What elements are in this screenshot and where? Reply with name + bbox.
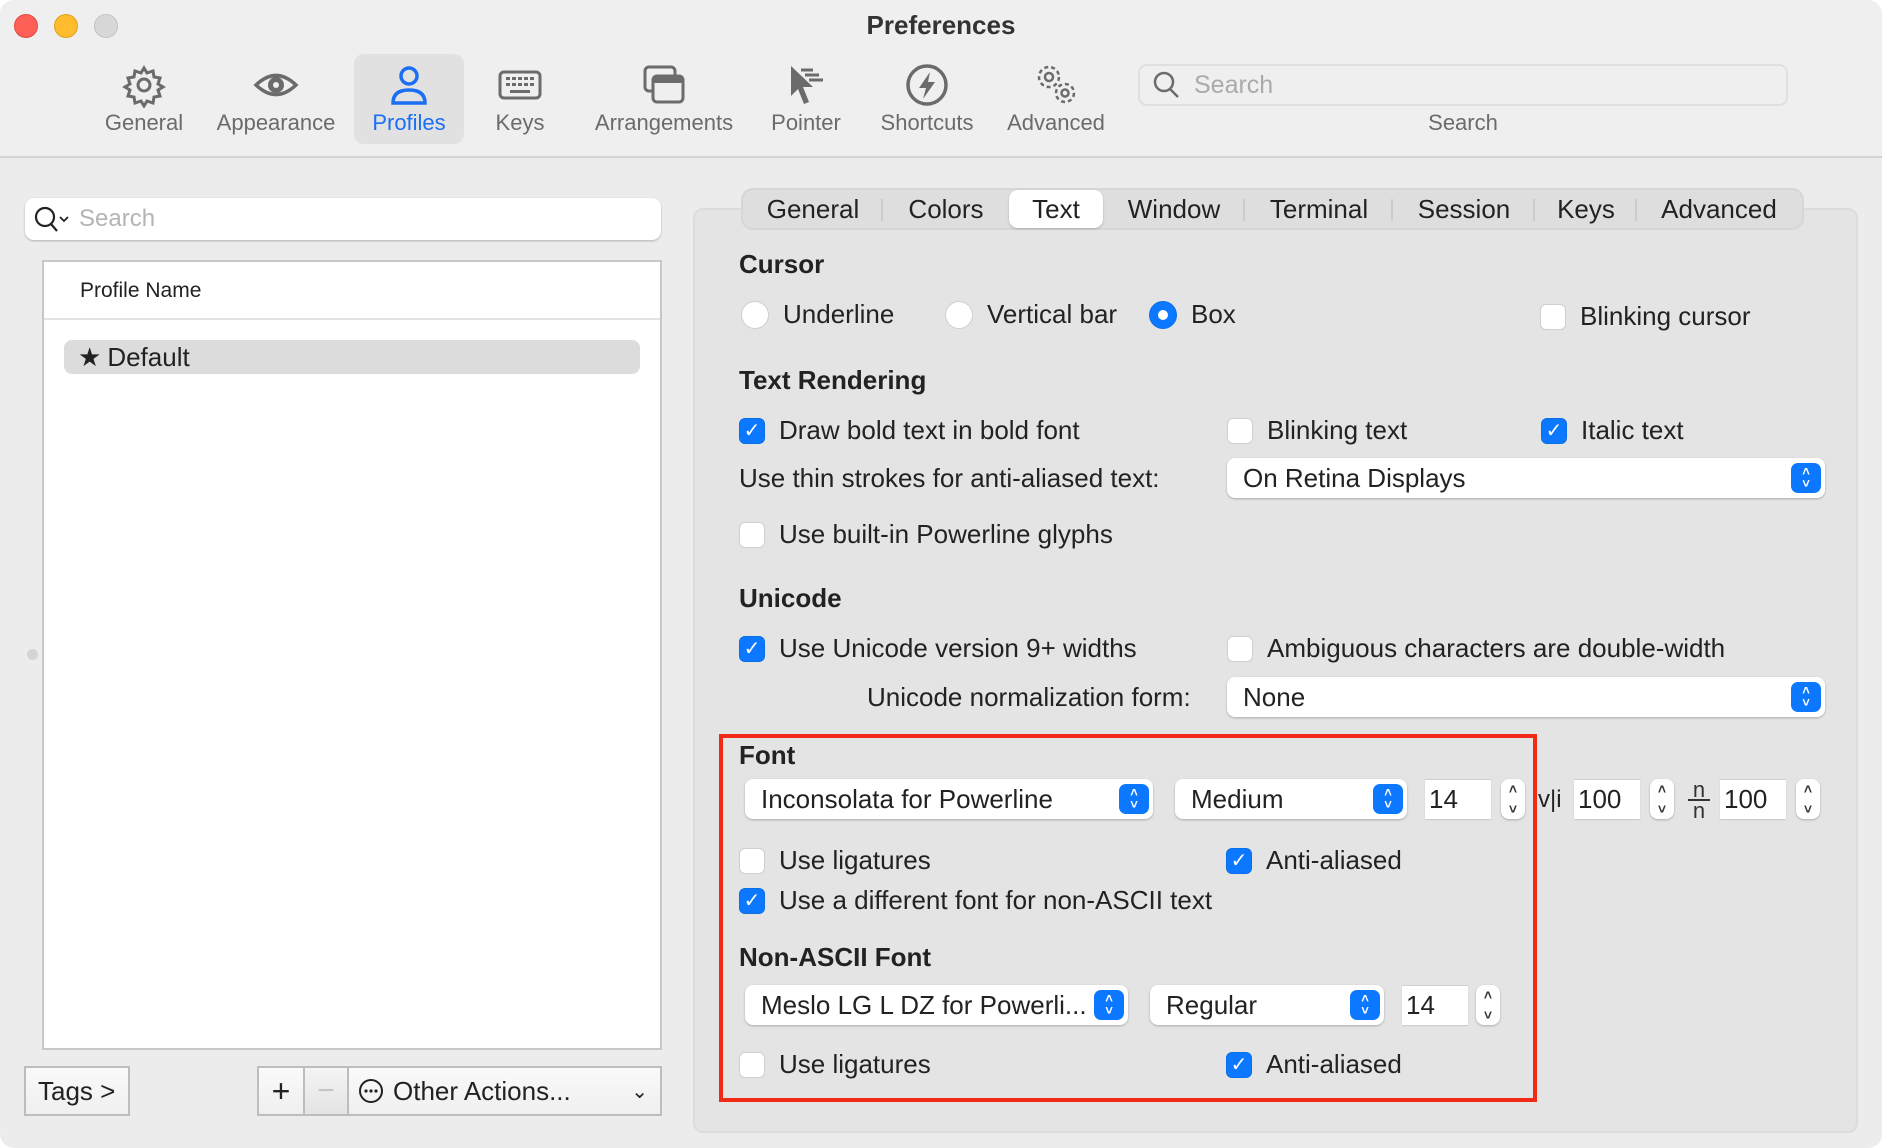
normalization-label: Unicode normalization form:	[867, 682, 1191, 712]
tab-session[interactable]: Session	[1393, 190, 1535, 228]
profile-table: Profile Name ★ Default	[42, 260, 662, 1050]
horizontal-spacing-field[interactable]: 100	[1574, 779, 1640, 819]
thin-strokes-label: Use thin strokes for anti-aliased text:	[739, 463, 1160, 493]
tags-button[interactable]: Tags >	[24, 1066, 130, 1116]
tab-advanced[interactable]: Advanced	[1637, 190, 1801, 228]
search-label: Search	[1428, 110, 1498, 135]
toolbar-item-keys[interactable]: Keys	[480, 54, 560, 144]
search-placeholder: Search	[1194, 70, 1274, 99]
profile-search-input[interactable]: Search	[25, 198, 661, 240]
cursor-section-title: Cursor	[739, 249, 825, 279]
checkmark-icon[interactable]: ✓	[739, 417, 765, 444]
powerline-glyphs-checkbox[interactable]: Use built-in Powerline glyphs	[739, 519, 1113, 550]
thin-strokes-popup[interactable]: On Retina Displays ˄ ˅	[1227, 458, 1825, 498]
toolbar: Preferences General Appearance Profiles …	[0, 0, 1882, 158]
checkbox[interactable]	[1540, 303, 1566, 330]
windows-icon	[643, 65, 685, 104]
checkbox[interactable]	[739, 521, 765, 548]
search-icon	[1153, 71, 1179, 98]
bolt-icon	[906, 64, 948, 106]
profile-tabs: General Colors Text Window Terminal Sess…	[741, 188, 1804, 230]
profile-name-column-header[interactable]: Profile Name	[44, 262, 660, 320]
vertical-spacing-icon: nn	[1688, 779, 1710, 822]
toolbar-item-arrangements[interactable]: Arrangements	[584, 54, 744, 144]
add-profile-button[interactable]: +	[257, 1066, 305, 1116]
horizontal-spacing-icon: v|i	[1538, 786, 1562, 813]
other-actions-button[interactable]: Other Actions... ⌄	[347, 1066, 662, 1116]
unicode-section-title: Unicode	[739, 583, 842, 613]
tab-text[interactable]: Text	[1009, 190, 1103, 228]
search-menu-icon	[34, 206, 69, 232]
toolbar-item-shortcuts[interactable]: Shortcuts	[870, 54, 984, 144]
draw-bold-checkbox[interactable]: ✓ Draw bold text in bold font	[739, 415, 1080, 446]
toolbar-item-profiles[interactable]: Profiles	[354, 54, 464, 144]
profile-row[interactable]: ★ Default	[64, 340, 640, 374]
toolbar-item-general[interactable]: General	[96, 54, 192, 144]
cursor-box-radio[interactable]: Box	[1149, 299, 1236, 330]
checkmark-icon[interactable]: ✓	[739, 635, 765, 662]
tab-keys[interactable]: Keys	[1535, 190, 1637, 228]
vertical-spacing-field[interactable]: 100	[1720, 779, 1786, 819]
person-icon	[391, 66, 427, 105]
vertical-spacing-stepper[interactable]: ˄ ˅	[1796, 779, 1820, 819]
pointer-icon	[791, 66, 823, 104]
gear-icon	[122, 65, 166, 108]
checkmark-icon[interactable]: ✓	[1541, 417, 1567, 444]
blinking-text-checkbox[interactable]: Blinking text	[1227, 415, 1407, 446]
window-title: Preferences	[866, 10, 1016, 40]
cursor-underline-radio[interactable]: Underline	[741, 299, 894, 330]
radio-button-selected[interactable]	[1149, 300, 1177, 329]
horizontal-spacing-stepper[interactable]: ˄ ˅	[1650, 779, 1674, 819]
up-down-arrows-icon: ˄ ˅	[1791, 463, 1821, 493]
radio-button[interactable]	[945, 300, 973, 329]
chevron-down-icon: ⌄	[631, 1080, 648, 1103]
normalization-popup[interactable]: None ˄ ˅	[1227, 677, 1825, 717]
preferences-window: Preferences General Appearance Profiles …	[0, 0, 1882, 1148]
toolbar-search-input[interactable]: Search	[1138, 64, 1788, 106]
tab-terminal[interactable]: Terminal	[1245, 190, 1393, 228]
tab-window[interactable]: Window	[1103, 190, 1245, 228]
unicode-widths-checkbox[interactable]: ✓ Use Unicode version 9+ widths	[739, 633, 1137, 664]
profile-search-placeholder: Search	[79, 205, 156, 232]
checkbox[interactable]	[1227, 417, 1253, 444]
text-rendering-section-title: Text Rendering	[739, 365, 927, 395]
keyboard-icon	[498, 70, 542, 100]
radio-button[interactable]	[741, 300, 769, 329]
toolbar-item-appearance[interactable]: Appearance	[206, 54, 346, 144]
remove-profile-button[interactable]: −	[303, 1066, 349, 1116]
ambiguous-double-width-checkbox[interactable]: Ambiguous characters are double-width	[1227, 633, 1725, 664]
up-down-arrows-icon: ˄ ˅	[1791, 682, 1821, 712]
tab-colors[interactable]: Colors	[883, 190, 1009, 228]
gears-icon	[1037, 65, 1076, 104]
star-icon: ★	[78, 341, 102, 372]
ellipsis-circle-icon	[359, 1079, 383, 1103]
blinking-cursor-checkbox[interactable]: Blinking cursor	[1540, 301, 1751, 332]
cursor-vertical-bar-radio[interactable]: Vertical bar	[945, 299, 1117, 330]
font-settings-highlight-box	[719, 734, 1537, 1102]
toolbar-item-pointer[interactable]: Pointer	[764, 54, 848, 144]
resize-handle[interactable]	[27, 649, 38, 660]
eye-icon	[253, 73, 299, 97]
other-actions-label: Other Actions...	[393, 1075, 571, 1106]
profile-name: Default	[107, 341, 190, 372]
italic-text-checkbox[interactable]: ✓ Italic text	[1541, 415, 1684, 446]
checkbox[interactable]	[1227, 635, 1253, 662]
toolbar-item-advanced[interactable]: Advanced	[1000, 54, 1112, 144]
tab-general[interactable]: General	[743, 190, 883, 228]
